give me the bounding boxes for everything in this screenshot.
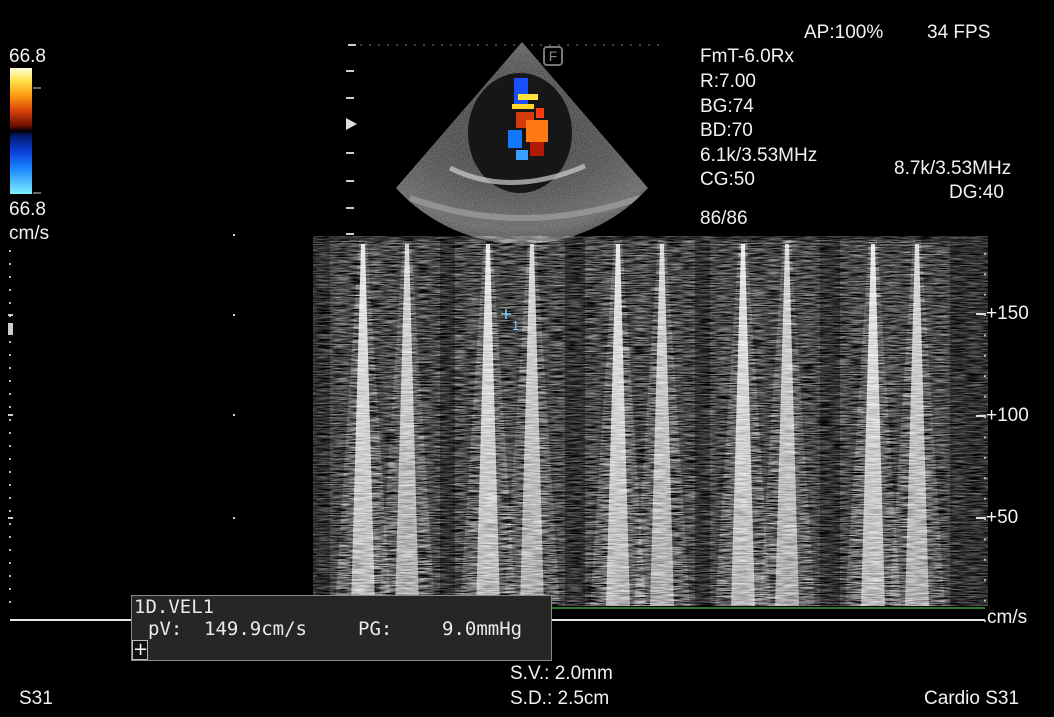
- cg-param: CG:50: [700, 169, 755, 190]
- frame-rate-readout: 34 FPS: [927, 22, 991, 43]
- frame-counter: 86/86: [700, 208, 748, 229]
- bd-param: BD:70: [700, 120, 753, 141]
- velocity-tick-label: +150: [986, 303, 1029, 324]
- velocity-tick-label: +50: [986, 507, 1019, 528]
- caliper-number-label: 1: [512, 318, 520, 333]
- spectral-doppler-trace: [8, 234, 988, 622]
- r-param: R:7.00: [700, 71, 756, 92]
- doppler-prf-frequency: 8.7k/3.53MHz: [894, 158, 1012, 179]
- ultrasound-screen: AP:100% 34 FPS 66.8 66.8 cm/s F FmT-6.0R…: [0, 0, 1054, 717]
- depth-ruler: [346, 44, 356, 235]
- velocity-unit-label: cm/s: [987, 607, 1028, 628]
- add-measurement-button[interactable]: +: [132, 640, 148, 660]
- probe-label: S31: [19, 688, 53, 709]
- measurement-title: 1D.VEL1: [134, 596, 215, 618]
- application-label: Cardio S31: [924, 688, 1020, 709]
- measurement-result-panel: 1D.VEL1 pV: 149.9cm/s PG: 9.0mmHg +: [131, 595, 552, 661]
- sample-volume-depth: S.D.: 2.5cm: [510, 688, 610, 709]
- probe-marker-letter: F: [549, 48, 558, 64]
- peak-velocity-value: 149.9cm/s: [204, 618, 307, 640]
- bg-param: BG:74: [700, 96, 754, 117]
- pressure-gradient-value: 9.0mmHg: [442, 618, 523, 640]
- color-doppler-sector-image: F: [346, 42, 660, 243]
- color-scale-min-label: 66.8: [9, 199, 46, 220]
- peak-velocity-label: pV:: [148, 618, 183, 640]
- dg-param: DG:40: [949, 182, 1004, 203]
- color-scale-ticks: [33, 87, 41, 194]
- focus-marker-icon: [346, 118, 357, 130]
- pressure-gradient-label: PG:: [358, 618, 393, 640]
- color-velocity-scale-bar: [10, 68, 32, 194]
- color-scale-max-label: 66.8: [9, 46, 46, 67]
- preset-label: FmT-6.0Rx: [700, 46, 794, 67]
- doppler-spectrum: [313, 236, 988, 606]
- acoustic-power-readout: AP:100%: [804, 22, 884, 43]
- sample-volume-size: S.V.: 2.0mm: [510, 663, 613, 684]
- velocity-tick-label: +100: [986, 405, 1029, 426]
- color-prf-frequency: 6.1k/3.53MHz: [700, 145, 818, 166]
